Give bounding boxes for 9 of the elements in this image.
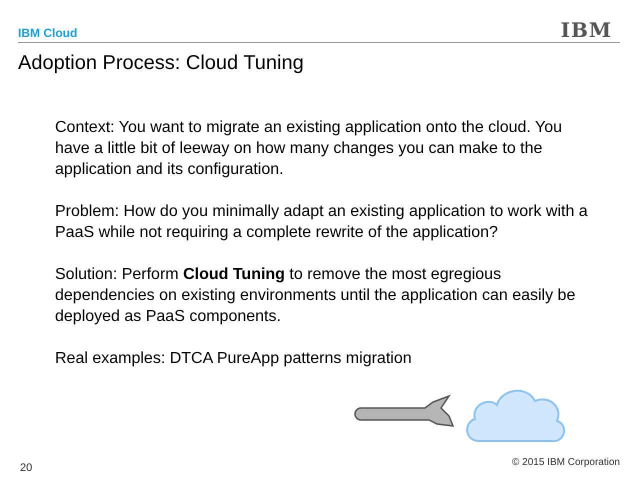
copyright: © 2015 IBM Corporation xyxy=(512,456,620,470)
header-label: IBM Cloud xyxy=(18,26,78,40)
paragraph: Real examples: DTCA PureApp patterns migration xyxy=(55,349,413,369)
paragraph: Problem: How do you minimally adapt an existing application to work with a PaaS while not requiring a complete rewrite of the application? xyxy=(55,202,589,243)
page-number: 20 xyxy=(20,460,32,476)
logo: IBM xyxy=(560,20,612,40)
paragraph: Solution: Perform Cloud Tuning to remove the most egregious dependencies on existing environments until the application can easily be deployed as PaaS components. xyxy=(55,265,576,327)
slide-title: Adoption Process: Cloud Tuning xyxy=(18,51,305,75)
paragraph: Context: You want to migrate an existing application onto the cloud. You have a little bit of leeway on how many changes you can make to the application and its configuration. xyxy=(55,118,564,180)
